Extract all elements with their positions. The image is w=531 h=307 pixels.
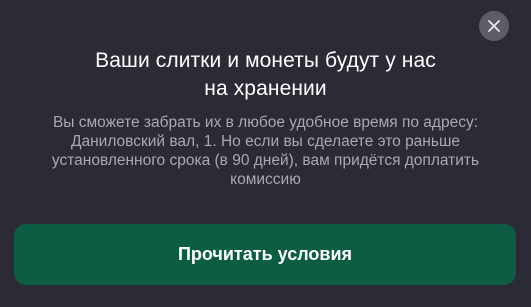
read-terms-button[interactable]: Прочитать условия [14,224,516,285]
close-button[interactable] [479,11,509,41]
dialog-title-line: Ваши слитки и монеты будут у нас [95,49,436,72]
close-icon [488,20,500,32]
description-line: комиссию [230,171,301,188]
description-line: установленного срока (в 90 дней), вам пр… [51,152,480,169]
dialog-title-line: на хранении [204,77,327,100]
description-line: Даниловский вал, 1. Но если вы сделаете … [70,133,460,150]
description-line: Вы сможете забрать их в любое удобное вр… [52,114,479,131]
dialog-title: Ваши слитки и монеты будут у нас на хран… [40,47,491,103]
storage-info-dialog: Ваши слитки и монеты будут у нас на хран… [0,0,531,307]
dialog-description: Вы сможете забрать их в любое удобное вр… [16,113,515,189]
